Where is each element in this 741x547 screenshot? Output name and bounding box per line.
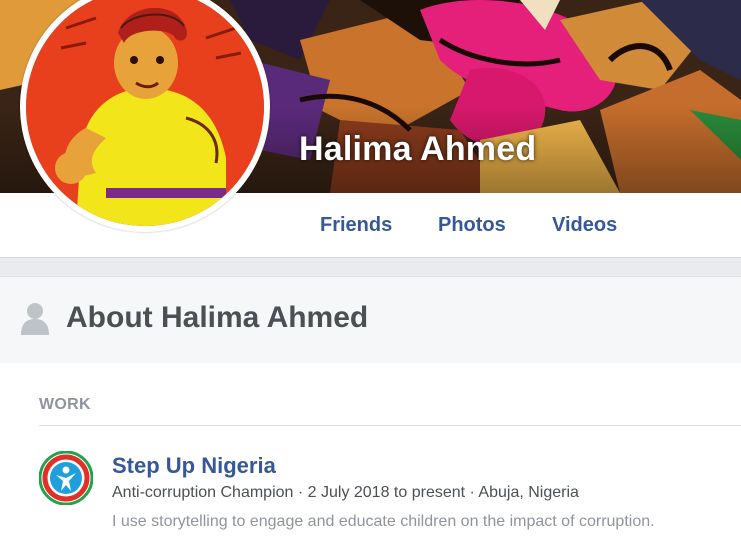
tab-videos[interactable]: Videos — [552, 214, 617, 237]
work-details: Anti-corruption Champion · 2 July 2018 t… — [112, 484, 579, 501]
person-silhouette-icon — [18, 301, 52, 340]
step-up-nigeria-logo-icon[interactable] — [38, 450, 94, 506]
work-description: I use storytelling to engage and educate… — [112, 513, 655, 530]
avatar-illustration — [26, 0, 264, 226]
about-header: About Halima Ahmed — [0, 276, 741, 364]
work-organization-link[interactable]: Step Up Nigeria — [112, 453, 276, 479]
section-gap — [0, 258, 741, 276]
work-section-label: WORK — [39, 396, 91, 413]
divider — [39, 425, 741, 426]
profile-name[interactable]: Halima Ahmed — [299, 130, 536, 169]
tab-friends[interactable]: Friends — [320, 214, 392, 237]
about-content: WORK Step Up Nigeria Anti-corruption Cha… — [0, 363, 741, 547]
about-title: About Halima Ahmed — [66, 301, 369, 334]
tab-photos[interactable]: Photos — [438, 214, 506, 237]
